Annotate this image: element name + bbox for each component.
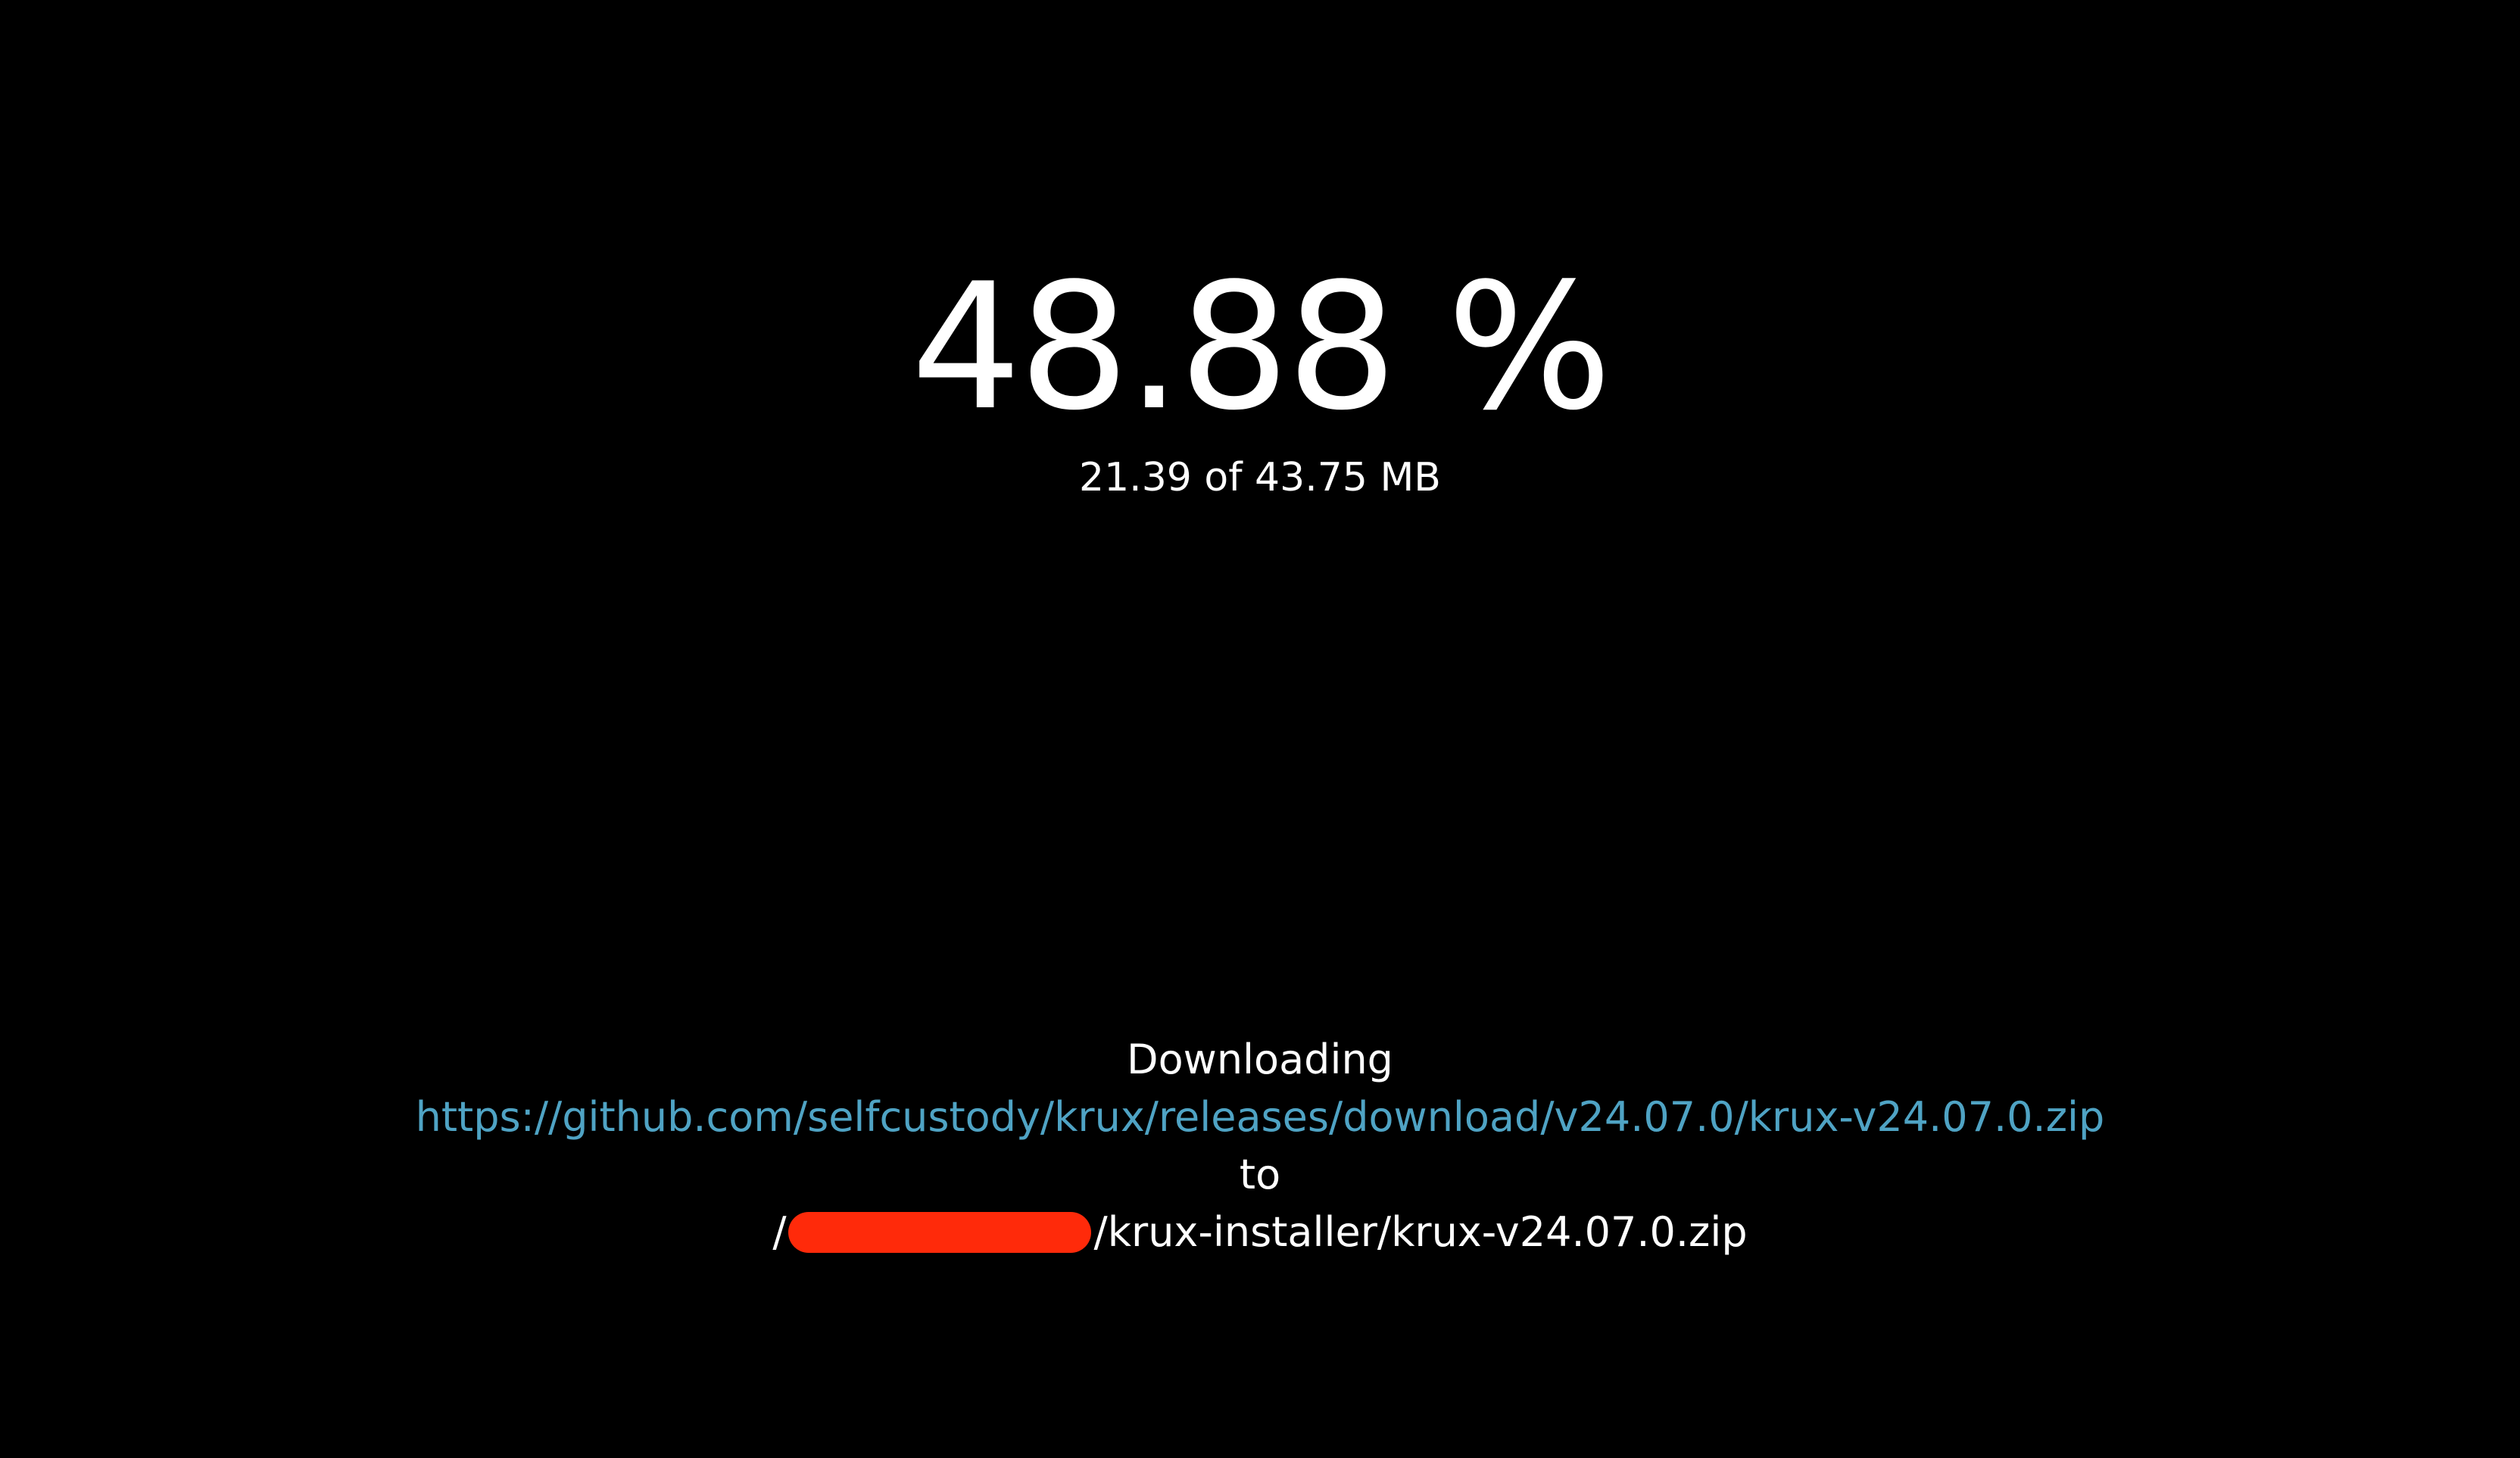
to-label: to bbox=[1239, 1151, 1281, 1198]
downloaded-size: 21.39 of 43.75 MB bbox=[1079, 455, 1441, 500]
download-url-link[interactable]: https://github.com/selfcustody/krux/rele… bbox=[416, 1093, 2105, 1141]
destination-suffix: /krux-installer/krux-v24.07.0.zip bbox=[1093, 1208, 1748, 1256]
destination-path: / /krux-installer/krux-v24.07.0.zip bbox=[772, 1204, 1747, 1261]
download-info: Downloading https://github.com/selfcusto… bbox=[0, 1031, 2520, 1261]
redaction-mark bbox=[788, 1212, 1091, 1253]
download-status-label: Downloading bbox=[1127, 1036, 1393, 1083]
destination-prefix: / bbox=[772, 1208, 787, 1256]
progress-block: 48.88 % 21.39 of 43.75 MB bbox=[0, 250, 2520, 504]
progress-percent: 48.88 % bbox=[910, 247, 1612, 449]
